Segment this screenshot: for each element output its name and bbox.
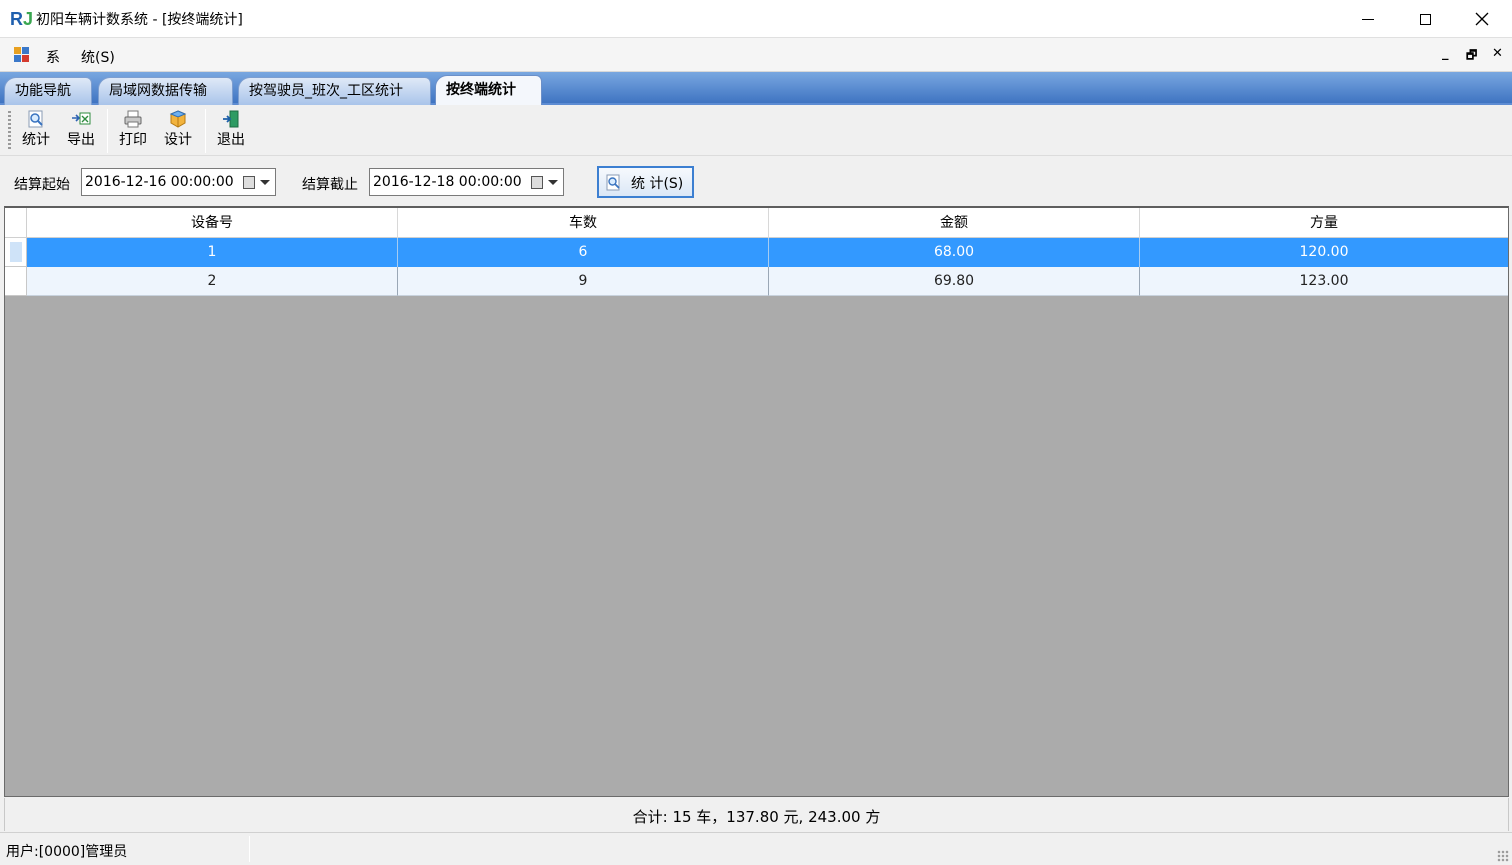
close-icon [1475, 12, 1489, 26]
magnifier-icon [26, 109, 46, 129]
cell-amount[interactable]: 68.00 [769, 238, 1140, 267]
menu-item-xi[interactable]: 系 [46, 47, 60, 67]
end-date-label: 结算截止 [302, 177, 358, 193]
grid-corner[interactable] [5, 208, 27, 238]
toolbar-separator [107, 109, 108, 153]
dropdown-arrow-icon[interactable] [260, 180, 270, 185]
end-datetime-picker[interactable]: 2016-12-18 00:00:00 [369, 168, 564, 196]
toolbar-grip[interactable] [8, 111, 11, 151]
printer-icon [123, 109, 143, 129]
title-bar: RJ 初阳车辆计数系统 - [按终端统计] [0, 0, 1512, 38]
export-tool-label: 导出 [67, 132, 95, 148]
stat-tool-button[interactable]: 统计 [18, 107, 54, 154]
cell-device[interactable]: 2 [27, 267, 398, 296]
window-title: 初阳车辆计数系统 - [按终端统计] [36, 12, 243, 28]
calendar-icon [531, 176, 543, 189]
summary-total: 合计: 15 车，137.80 元, 243.00 方 [4, 798, 1509, 831]
design-tool-button[interactable]: 设计 [160, 107, 196, 154]
row-header[interactable] [5, 267, 27, 296]
menu-item-system[interactable]: 统(S) [81, 47, 115, 67]
print-tool-label: 打印 [119, 132, 147, 148]
stat-button[interactable]: 统 计(S) [597, 166, 694, 198]
minimize-icon [1362, 18, 1374, 20]
cell-cars[interactable]: 9 [398, 267, 769, 296]
start-datetime-picker[interactable]: 2016-12-16 00:00:00 [81, 168, 276, 196]
document-tab-strip: 功能导航 局域网数据传输 按驾驶员_班次_工区统计 按终端统计 [0, 72, 1512, 105]
exit-tool-label: 退出 [217, 132, 245, 148]
filter-panel: 结算起始 2016-12-16 00:00:00 结算截止 2016-12-18… [0, 157, 1512, 205]
magnifier-icon [606, 174, 620, 191]
start-datetime-value: 2016-12-16 00:00:00 [85, 174, 234, 190]
status-separator [249, 836, 250, 862]
row-header[interactable] [5, 238, 27, 267]
status-bar: 用户:[0000]管理员 [0, 832, 1512, 865]
resize-grip-icon[interactable] [1497, 850, 1509, 862]
cell-volume[interactable]: 120.00 [1140, 238, 1508, 267]
app-logo-icon: RJ [10, 9, 34, 29]
cell-volume[interactable]: 123.00 [1140, 267, 1508, 296]
table-row[interactable]: 2 9 69.80 123.00 [5, 267, 1508, 296]
exit-door-icon [221, 109, 241, 129]
table-row[interactable]: 1 6 68.00 120.00 [5, 238, 1508, 267]
mdi-close-button[interactable]: ✕ [1492, 46, 1503, 61]
export-tool-button[interactable]: 导出 [63, 107, 99, 154]
stat-button-label: 统 计(S) [631, 176, 684, 192]
exit-tool-button[interactable]: 退出 [213, 107, 249, 154]
mdi-minimize-button[interactable]: _ [1442, 46, 1449, 61]
toolbar-separator [205, 109, 206, 153]
end-datetime-value: 2016-12-18 00:00:00 [373, 174, 522, 190]
status-user: 用户:[0000]管理员 [6, 844, 128, 860]
cell-device[interactable]: 1 [27, 238, 398, 267]
system-menu-icon[interactable] [14, 47, 30, 63]
tab-function-navigation[interactable]: 功能导航 [4, 77, 92, 105]
tab-driver-shift-stats[interactable]: 按驾驶员_班次_工区统计 [238, 77, 431, 105]
tab-lan-data-transfer[interactable]: 局域网数据传输 [98, 77, 233, 105]
maximize-button[interactable] [1397, 0, 1453, 38]
maximize-icon [1419, 13, 1431, 25]
design-tool-label: 设计 [164, 132, 192, 148]
close-button[interactable] [1454, 0, 1510, 38]
cell-cars[interactable]: 6 [398, 238, 769, 267]
design-cube-icon [168, 109, 188, 129]
dropdown-arrow-icon[interactable] [548, 180, 558, 185]
tab-terminal-stats[interactable]: 按终端统计 [435, 75, 542, 105]
start-date-label: 结算起始 [14, 177, 70, 193]
column-header-amount[interactable]: 金额 [769, 208, 1140, 238]
export-excel-icon [71, 109, 91, 129]
print-tool-button[interactable]: 打印 [115, 107, 151, 154]
column-header-volume[interactable]: 方量 [1140, 208, 1508, 238]
stat-tool-label: 统计 [22, 132, 50, 148]
calendar-icon [243, 176, 255, 189]
minimize-button[interactable] [1340, 0, 1396, 38]
grid-header: 设备号 车数 金额 方量 [5, 208, 1508, 238]
column-header-cars[interactable]: 车数 [398, 208, 769, 238]
column-header-device[interactable]: 设备号 [27, 208, 398, 238]
cell-amount[interactable]: 69.80 [769, 267, 1140, 296]
toolbar: 统计 导出 打印 设计 退出 [0, 105, 1512, 156]
mdi-restore-button[interactable]: 🗗 [1466, 46, 1477, 67]
terminal-stats-grid: 设备号 车数 金额 方量 1 6 68.00 120.00 2 9 69.80 … [4, 206, 1509, 797]
menu-bar: 系 统(S) _ 🗗 ✕ [0, 38, 1512, 72]
